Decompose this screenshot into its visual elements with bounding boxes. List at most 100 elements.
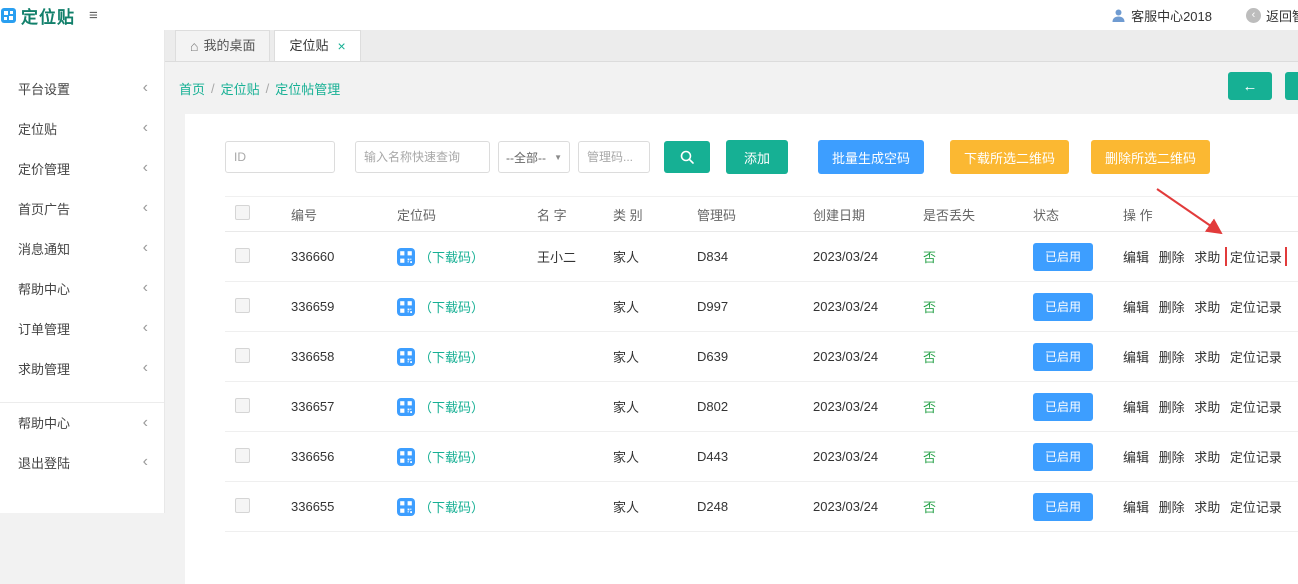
return-portal-link[interactable]: 返回智能 xyxy=(1266,6,1298,25)
chevron-icon: ‹ xyxy=(143,415,148,431)
breadcrumb-home[interactable]: 首页 xyxy=(179,79,205,98)
chevron-icon: ‹ xyxy=(143,200,148,216)
download-code-link[interactable]: （下载码） xyxy=(419,447,484,466)
cell-id: 336657 xyxy=(283,399,389,414)
help-link[interactable]: 求助 xyxy=(1194,300,1220,315)
manage-code-input[interactable] xyxy=(578,141,650,173)
chevron-icon: ‹ xyxy=(143,240,148,256)
download-code-link[interactable]: （下载码） xyxy=(419,497,484,516)
row-checkbox[interactable] xyxy=(235,248,250,263)
row-checkbox[interactable] xyxy=(235,498,250,513)
delete-link[interactable]: 删除 xyxy=(1159,450,1185,465)
qrcode-icon[interactable] xyxy=(397,348,415,366)
download-code-link[interactable]: （下载码） xyxy=(419,397,484,416)
sidebar-item[interactable]: 帮助中心 ‹ xyxy=(0,268,164,308)
sidebar-item[interactable]: 退出登陆 ‹ xyxy=(0,442,164,482)
location-record-link[interactable]: 定位记录 xyxy=(1230,300,1282,315)
download-code-link[interactable]: （下载码） xyxy=(419,297,484,316)
cell-id: 336658 xyxy=(283,349,389,364)
sidebar-item[interactable]: 消息通知 ‹ xyxy=(0,228,164,268)
tab-my-desktop[interactable]: ⌂ 我的桌面 xyxy=(175,30,270,61)
status-enabled-button[interactable]: 已启用 xyxy=(1033,243,1093,271)
help-link[interactable]: 求助 xyxy=(1194,450,1220,465)
status-enabled-button[interactable]: 已启用 xyxy=(1033,343,1093,371)
batch-generate-button[interactable]: 批量生成空码 xyxy=(818,140,924,174)
content-panel: --全部-- ▼ 添加 批量生成空码 下载所选二维码 删除所选二维码 编号 定位… xyxy=(185,114,1298,584)
cell-manage-code: D834 xyxy=(689,249,805,264)
cell-id: 336660 xyxy=(283,249,389,264)
header-name: 名 字 xyxy=(529,205,605,224)
cell-category: 家人 xyxy=(605,347,689,366)
help-link[interactable]: 求助 xyxy=(1194,250,1220,265)
sidebar-item[interactable]: 帮助中心 ‹ xyxy=(0,402,164,442)
delete-link[interactable]: 删除 xyxy=(1159,300,1185,315)
delete-link[interactable]: 删除 xyxy=(1159,250,1185,265)
status-enabled-button[interactable]: 已启用 xyxy=(1033,393,1093,421)
row-checkbox[interactable] xyxy=(235,348,250,363)
status-enabled-button[interactable]: 已启用 xyxy=(1033,493,1093,521)
sidebar-item[interactable]: 定价管理 ‹ xyxy=(0,148,164,188)
close-tab-icon[interactable]: × xyxy=(338,31,346,61)
name-filter-input[interactable] xyxy=(355,141,490,173)
id-filter-input[interactable] xyxy=(225,141,335,173)
delete-link[interactable]: 删除 xyxy=(1159,400,1185,415)
qrcode-icon[interactable] xyxy=(397,398,415,416)
row-checkbox[interactable] xyxy=(235,398,250,413)
edit-link[interactable]: 编辑 xyxy=(1123,350,1149,365)
sidebar-item[interactable]: 平台设置 ‹ xyxy=(0,68,164,108)
add-button[interactable]: 添加 xyxy=(726,140,788,174)
category-select-value: --全部-- xyxy=(506,149,546,166)
header-right-group: 客服中心2018 ‹ 返回智能 xyxy=(1111,6,1298,25)
edit-link[interactable]: 编辑 xyxy=(1123,450,1149,465)
cell-id: 336655 xyxy=(283,499,389,514)
sidebar-item[interactable]: 定位贴 ‹ xyxy=(0,108,164,148)
location-record-link[interactable]: 定位记录 xyxy=(1230,450,1282,465)
records-table: 编号 定位码 名 字 类 别 管理码 创建日期 是否丢失 状态 操 作 3366… xyxy=(225,196,1298,532)
qrcode-icon[interactable] xyxy=(397,248,415,266)
search-button[interactable] xyxy=(664,141,710,173)
cell-lost: 否 xyxy=(915,397,1025,416)
hamburger-menu-icon[interactable]: ≡ xyxy=(89,8,98,23)
cut-off-button[interactable] xyxy=(1285,72,1298,100)
user-icon xyxy=(1111,8,1126,23)
user-account-link[interactable]: 客服中心2018 xyxy=(1131,6,1212,25)
select-all-checkbox[interactable] xyxy=(235,205,250,220)
download-selected-button[interactable]: 下载所选二维码 xyxy=(950,140,1069,174)
download-code-link[interactable]: （下载码） xyxy=(419,347,484,366)
location-record-link[interactable]: 定位记录 xyxy=(1230,250,1282,265)
back-button[interactable]: ← xyxy=(1228,72,1272,100)
breadcrumb: 首页 / 定位贴 / 定位帖管理 xyxy=(165,62,1298,114)
sidebar-item[interactable]: 求助管理 ‹ xyxy=(0,348,164,388)
help-link[interactable]: 求助 xyxy=(1194,350,1220,365)
row-checkbox[interactable] xyxy=(235,298,250,313)
app-logo-icon xyxy=(1,8,16,23)
header-id: 编号 xyxy=(283,205,389,224)
delete-selected-button[interactable]: 删除所选二维码 xyxy=(1091,140,1210,174)
qrcode-icon[interactable] xyxy=(397,448,415,466)
cell-create-date: 2023/03/24 xyxy=(805,449,915,464)
qrcode-icon[interactable] xyxy=(397,298,415,316)
help-link[interactable]: 求助 xyxy=(1194,400,1220,415)
cell-manage-code: D802 xyxy=(689,399,805,414)
cell-lost: 否 xyxy=(915,497,1025,516)
chevron-icon: ‹ xyxy=(143,280,148,296)
cell-id: 336659 xyxy=(283,299,389,314)
tab-location-sticker[interactable]: 定位贴 × xyxy=(274,30,360,61)
edit-link[interactable]: 编辑 xyxy=(1123,400,1149,415)
edit-link[interactable]: 编辑 xyxy=(1123,300,1149,315)
status-enabled-button[interactable]: 已启用 xyxy=(1033,443,1093,471)
cell-lost: 否 xyxy=(915,247,1025,266)
location-record-link[interactable]: 定位记录 xyxy=(1230,350,1282,365)
delete-link[interactable]: 删除 xyxy=(1159,350,1185,365)
status-enabled-button[interactable]: 已启用 xyxy=(1033,293,1093,321)
edit-link[interactable]: 编辑 xyxy=(1123,250,1149,265)
sidebar-item[interactable]: 首页广告 ‹ xyxy=(0,188,164,228)
breadcrumb-section[interactable]: 定位贴 xyxy=(221,79,260,98)
category-select[interactable]: --全部-- ▼ xyxy=(498,141,570,173)
row-checkbox[interactable] xyxy=(235,448,250,463)
sidebar-item[interactable]: 订单管理 ‹ xyxy=(0,308,164,348)
header-lost: 是否丢失 xyxy=(915,205,1025,224)
cell-manage-code: D997 xyxy=(689,299,805,314)
download-code-link[interactable]: （下载码） xyxy=(419,247,484,266)
location-record-link[interactable]: 定位记录 xyxy=(1230,400,1282,415)
